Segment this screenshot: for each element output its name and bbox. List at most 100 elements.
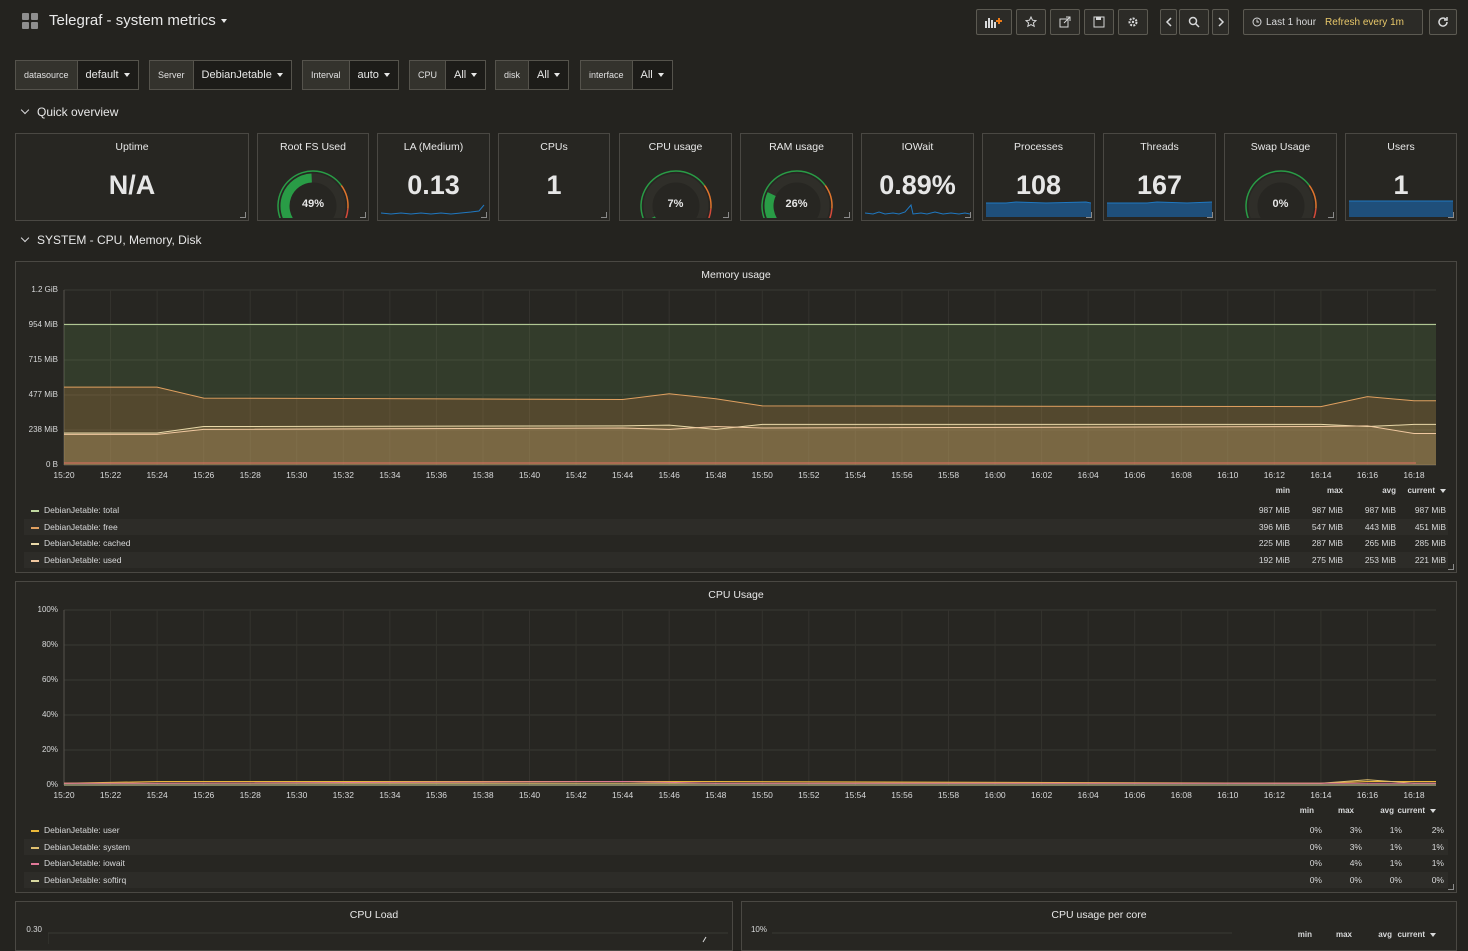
series-name[interactable]: DebianJetable: system — [44, 842, 130, 852]
x-tick-label: 15:38 — [472, 470, 494, 480]
x-tick-label: 16:14 — [1310, 790, 1332, 800]
legend-row[interactable]: DebianJetable: used 192 MiB 275 MiB 253 MiB… — [24, 551, 1448, 568]
legend-max: 275 MiB — [1311, 554, 1343, 565]
series-name[interactable]: DebianJetable: cached — [44, 538, 130, 548]
chevron-down-icon — [220, 19, 227, 24]
row-quick-overview[interactable]: Quick overview — [20, 105, 118, 119]
panel-title: CPUs — [540, 141, 568, 153]
dashboard-title[interactable]: Telegraf - system metrics — [49, 12, 227, 29]
legend-header-current[interactable]: current — [1394, 486, 1446, 495]
legend-row[interactable]: DebianJetable: iowait 0% 4% 1% 1% — [24, 855, 1448, 871]
x-tick-label: 16:02 — [1030, 790, 1053, 800]
legend-row[interactable]: DebianJetable: softirq 0% 0% 0% 0% — [24, 871, 1448, 888]
legend-max: 0% — [1349, 874, 1362, 885]
series-name[interactable]: DebianJetable: total — [44, 505, 119, 515]
variable-value[interactable]: All — [633, 61, 672, 89]
y-tick-label: 1.2 GiB — [31, 285, 58, 294]
save-icon — [1093, 16, 1105, 28]
sparkline — [1349, 200, 1453, 217]
y-tick-label: 40% — [41, 710, 58, 719]
refresh-button[interactable] — [1429, 9, 1457, 35]
series-name[interactable]: DebianJetable: user — [44, 825, 120, 835]
sparkline — [1107, 201, 1212, 217]
variable-value[interactable]: All — [529, 61, 568, 89]
stat-root-fs-used: Root FS Used 49% — [257, 133, 369, 221]
gear-icon — [1128, 17, 1138, 27]
legend-max: 547 MiB — [1311, 521, 1343, 532]
x-tick-label: 15:38 — [472, 790, 494, 800]
legend-row[interactable]: DebianJetable: free 396 MiB 547 MiB 443 MiB… — [24, 518, 1448, 535]
zoom-out-button[interactable] — [1179, 9, 1209, 35]
series-color-swatch[interactable] — [31, 879, 39, 882]
variable-interface[interactable]: interface All — [580, 60, 673, 90]
star-button[interactable] — [1016, 9, 1046, 35]
panel-title[interactable]: CPU usage per core — [742, 909, 1456, 921]
variable-label: CPU — [410, 61, 447, 89]
row-system[interactable]: SYSTEM - CPU, Memory, Disk — [20, 233, 201, 247]
y-tick-label: 100% — [37, 605, 58, 614]
legend-row[interactable]: DebianJetable: cached 225 MiB 287 MiB 265 M… — [24, 535, 1448, 551]
time-back-button[interactable] — [1160, 9, 1177, 35]
chevron-down-icon — [20, 105, 30, 115]
series-color-swatch[interactable] — [31, 846, 39, 849]
series-name[interactable]: DebianJetable: used — [44, 555, 122, 565]
legend-max: 3% — [1349, 841, 1362, 852]
save-button[interactable] — [1084, 9, 1114, 35]
legend-row[interactable]: DebianJetable: user 0% 3% 1% 2% — [24, 822, 1448, 838]
series-name[interactable]: DebianJetable: free — [44, 522, 118, 532]
settings-button[interactable] — [1118, 9, 1148, 35]
y-tick-label: 238 MiB — [28, 425, 58, 434]
series-color-swatch[interactable] — [31, 510, 39, 512]
y-axis-label: 10% — [750, 925, 767, 934]
variable-value[interactable]: All — [446, 61, 485, 89]
series-color-swatch[interactable] — [31, 526, 39, 529]
legend-current: 285 MiB — [1414, 538, 1446, 548]
stat-value: 0.89% — [879, 170, 956, 200]
variable-value[interactable]: DebianJetable — [194, 61, 291, 89]
legend-header-max: max — [1326, 486, 1343, 495]
variable-disk[interactable]: disk All — [495, 60, 570, 90]
series-color-swatch[interactable] — [31, 559, 39, 562]
stat-swap-usage: Swap Usage 0% — [1224, 133, 1337, 221]
legend-row[interactable]: DebianJetable: total 987 MiB 987 MiB 987 Mi… — [24, 502, 1448, 518]
legend-min: 0% — [1309, 825, 1322, 835]
y-tick-label: 0% — [46, 780, 58, 789]
legend-header-min: min — [1297, 930, 1312, 939]
series-color-swatch[interactable] — [31, 543, 39, 545]
legend-header-current[interactable]: current — [1394, 930, 1436, 939]
legend-header-avg: avg — [1378, 930, 1392, 939]
x-tick-label: 15:34 — [379, 470, 401, 480]
chevron-left-icon — [1165, 17, 1172, 27]
legend-header-min: min — [1299, 806, 1314, 815]
share-button[interactable] — [1050, 9, 1080, 35]
series-name[interactable]: DebianJetable: softirq — [44, 875, 126, 885]
x-tick-label: 16:02 — [1030, 470, 1053, 480]
variable-value[interactable]: auto — [350, 61, 398, 89]
legend-min: 396 MiB — [1258, 521, 1290, 532]
dashboard-grid-icon[interactable] — [22, 13, 39, 30]
x-tick-label: 15:58 — [937, 790, 960, 800]
gauge-value: 7% — [667, 198, 684, 210]
stat-ram-usage: RAM usage 26% — [740, 133, 853, 221]
time-forward-button[interactable] — [1212, 9, 1229, 35]
variable-label: Interval — [303, 61, 350, 89]
series-color-swatch[interactable] — [31, 863, 39, 865]
series-color-swatch[interactable] — [31, 830, 39, 832]
x-tick-label: 15:48 — [705, 790, 727, 800]
panel-title[interactable]: CPU Load — [16, 909, 732, 921]
variable-cpu[interactable]: CPU All — [409, 60, 487, 90]
add-panel-button[interactable] — [976, 9, 1012, 35]
legend-row[interactable]: DebianJetable: system 0% 3% 1% 1% — [24, 838, 1448, 855]
x-tick-label: 15:52 — [798, 470, 820, 480]
top-navbar: Telegraf - system metrics Last 1 hour Re… — [0, 0, 1468, 48]
add-panel-icon — [985, 18, 1002, 28]
time-picker-button[interactable]: Last 1 hour Refresh every 1m — [1243, 9, 1423, 35]
series-name[interactable]: DebianJetable: iowait — [44, 858, 125, 868]
variable-datasource[interactable]: datasource default — [15, 60, 139, 90]
variable-server[interactable]: Server DebianJetable — [149, 60, 292, 90]
sparkline — [865, 203, 970, 215]
legend-header-current[interactable]: current — [1396, 806, 1436, 815]
variable-interval[interactable]: Interval auto — [302, 60, 399, 90]
variable-value[interactable]: default — [78, 61, 138, 89]
stat-value: N/A — [108, 170, 156, 200]
